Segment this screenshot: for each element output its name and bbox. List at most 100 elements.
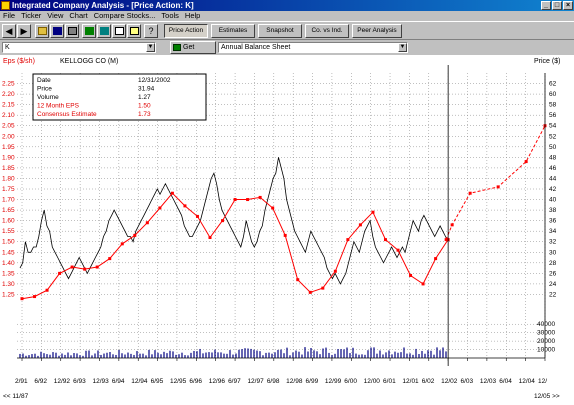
menu-file[interactable]: File [0,11,18,21]
ticker-value: K [5,44,10,51]
chart-area[interactable]: Eps ($/sh) KELLOGG CO (M) Price ($) 1.25… [0,55,574,405]
eps-point [183,204,187,208]
info-value: 1.50 [138,103,151,110]
volume-tick-label: 40000 [537,321,555,328]
price-tick-label: 52 [549,133,557,140]
tab-peer-analysis[interactable]: Peer Analysis [352,24,402,38]
x-tick-label: 12/00 [364,378,381,385]
eps-tick-label: 1.90 [2,154,15,161]
volume-tick-label: 10000 [537,347,555,354]
x-tick-label: 12/92 [54,378,71,385]
tab-estimates[interactable]: Estimates [211,24,255,38]
price-tick-label: 34 [549,228,557,235]
forward-arrow-icon[interactable]: ▶ [17,24,31,38]
estimate-point [524,160,528,164]
nav-forward[interactable]: 12/05 >> [534,393,560,400]
chevron-down-icon[interactable]: ▼ [146,43,155,52]
price-tick-label: 50 [549,144,557,151]
eps-tick-label: 1.40 [2,260,15,267]
eps-point [58,271,62,275]
chevron-down-icon[interactable]: ▼ [398,43,407,52]
eps-tick-label: 1.80 [2,175,15,182]
help-icon[interactable]: ? [144,24,158,38]
menu-chart[interactable]: Chart [66,11,90,21]
x-tick-label: 6/97 [228,378,241,385]
info-value: 1.73 [138,111,151,118]
title-bar: Integrated Company Analysis - [Price Act… [0,0,574,11]
save-icon[interactable] [50,24,64,38]
eps-point [120,242,124,246]
price-axis-title: Price ($) [534,58,560,65]
menu-help[interactable]: Help [182,11,203,21]
get-report-button[interactable]: Get Report [170,41,216,62]
eps-tick-label: 1.85 [2,165,15,172]
x-tick-label: 12/97 [247,378,264,385]
eps-point [308,290,312,294]
eps-tick-label: 2.05 [2,123,15,130]
x-tick-label: 12/93 [92,378,109,385]
x-tick-label: 6/04 [499,378,512,385]
nav-back[interactable]: << 11/87 [3,393,29,400]
tab-price-action[interactable]: Price Action [164,24,208,38]
close-button[interactable]: × [563,1,573,10]
menu-view[interactable]: View [44,11,66,21]
window-title: Integrated Company Analysis - [Price Act… [12,1,194,10]
info-box: Date 12/31/2002 Price 31.94 Volume 1.27 12 Mon… [32,73,207,121]
maximize-button[interactable]: □ [552,1,562,10]
eps-point [221,219,225,223]
eps-tick-label: 2.20 [2,91,15,98]
report-type-select[interactable]: Annual Balance Sheet ▼ [218,42,408,53]
price-tick-label: 54 [549,123,557,130]
tab-snapshot[interactable]: Snapshot [258,24,302,38]
eps-tick-label: 1.65 [2,207,15,214]
x-tick-label: 6/96 [189,378,202,385]
report-icon[interactable] [112,24,126,38]
menu-ticker[interactable]: Ticker [18,11,44,21]
eps-tick-label: 1.75 [2,186,15,193]
info-label: Consensus Estimate [37,111,97,118]
back-arrow-icon[interactable]: ◀ [2,24,16,38]
eps-tick-label: 2.15 [2,102,15,109]
chart-icon[interactable] [82,24,96,38]
price-tick-label: 58 [549,102,557,109]
price-tick-label: 22 [549,291,557,298]
x-tick-label: 6/99 [306,378,319,385]
eps-point [208,236,212,240]
x-tick-label: 6/03 [461,378,474,385]
price-action-chart[interactable]: Eps ($/sh) KELLOGG CO (M) Price ($) 1.25… [0,55,574,405]
eps-point [258,195,262,199]
x-tick-label: 12/03 [480,378,497,385]
tab-co-vs-ind[interactable]: Co. vs Ind. [305,24,349,38]
ticker-select[interactable]: K ▼ [2,42,156,53]
report-type-value: Annual Balance Sheet [221,44,291,51]
eps-tick-label: 1.25 [2,291,15,298]
eps-tick-label: 2.00 [2,133,15,140]
x-tick-label: 6/00 [344,378,357,385]
menu-compare-stocks[interactable]: Compare Stocks... [91,11,159,21]
open-folder-icon[interactable] [35,24,49,38]
x-tick-label: 6/93 [73,378,86,385]
minimize-button[interactable]: _ [541,1,551,10]
menu-tools[interactable]: Tools [158,11,182,21]
x-tick-label: 12/01 [402,378,419,385]
address-bar: K ▼ Get Report Annual Balance Sheet ▼ [0,40,574,62]
print-icon[interactable] [65,24,79,38]
eps-point [333,269,337,273]
eps-point [371,210,375,214]
x-tick-label: 6/01 [383,378,396,385]
estimate-point [444,238,448,242]
info-label: 12 Month EPS [37,103,80,110]
eps-tick-label: 1.45 [2,249,15,256]
eps-point [145,221,149,225]
price-tick-label: 26 [549,270,557,277]
x-tick-label: 12/96 [209,378,226,385]
copy-icon[interactable] [127,24,141,38]
eps-point [45,288,49,292]
eps-point [233,198,237,202]
eps-point [421,282,425,286]
table-icon[interactable] [97,24,111,38]
price-tick-label: 30 [549,249,557,256]
x-tick-label: 12/ [538,378,547,385]
x-tick-label: 2/91 [15,378,28,385]
price-tick-label: 46 [549,165,557,172]
